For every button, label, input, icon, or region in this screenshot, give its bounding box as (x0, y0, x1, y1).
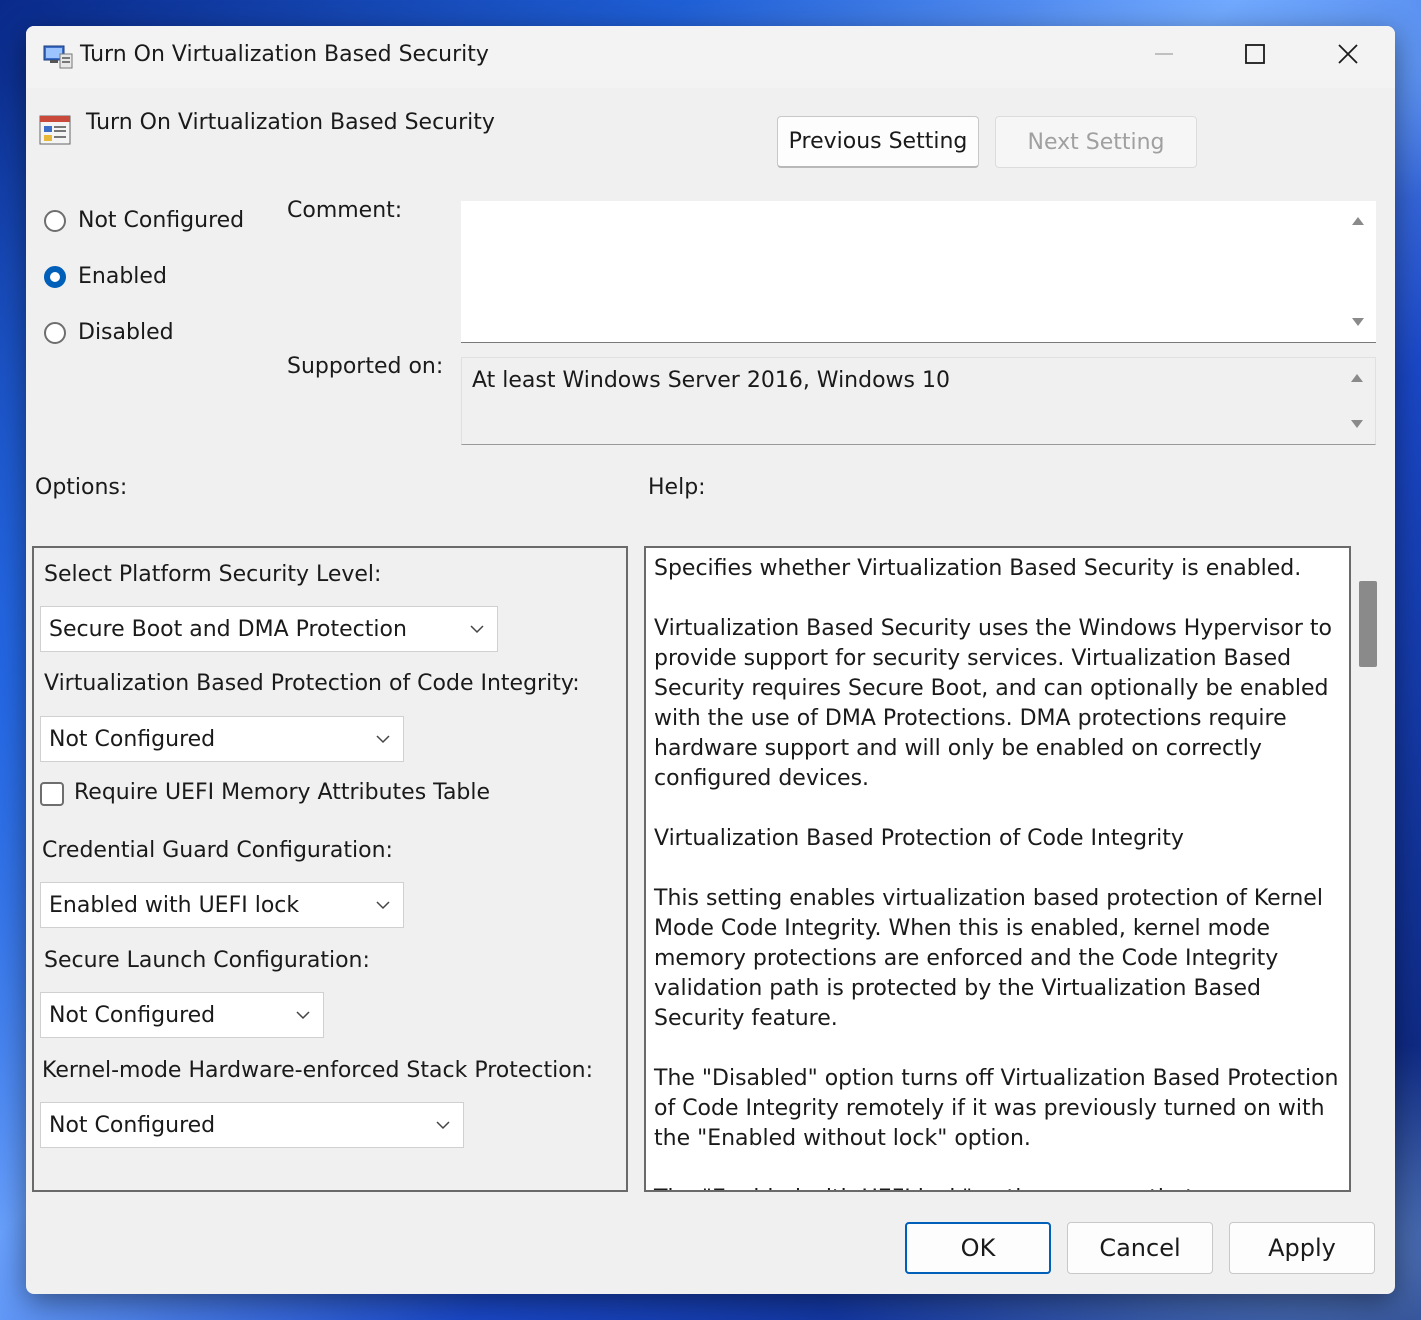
supported-on-field: At least Windows Server 2016, Windows 10 (461, 357, 1376, 445)
group-policy-app-icon (43, 45, 73, 69)
supported-on-label: Supported on: (287, 354, 444, 379)
credential-guard-label: Credential Guard Configuration: (42, 838, 393, 863)
secure-launch-value: Not Configured (49, 1002, 216, 1028)
window-title: Turn On Virtualization Based Security (80, 42, 489, 67)
chevron-down-icon (470, 625, 484, 634)
apply-button[interactable]: Apply (1229, 1222, 1375, 1274)
uefi-table-label[interactable]: Require UEFI Memory Attributes Table (74, 780, 490, 805)
chevron-down-icon (376, 901, 390, 910)
title-bar[interactable]: Turn On Virtualization Based Security (26, 26, 1395, 88)
radio-label: Not Configured (78, 208, 245, 233)
policy-dialog: Turn On Virtualization Based Security Tu… (26, 26, 1395, 1294)
minimize-button[interactable] (1118, 26, 1210, 82)
scroll-down-icon[interactable] (1351, 420, 1363, 428)
close-button[interactable] (1302, 26, 1394, 82)
options-heading: Options: (35, 475, 128, 500)
radio-circle[interactable] (44, 321, 66, 344)
policy-name: Turn On Virtualization Based Security (86, 110, 495, 135)
credential-guard-value: Enabled with UEFI lock (49, 892, 300, 918)
ok-button[interactable]: OK (905, 1222, 1051, 1274)
stack-protection-label: Kernel-mode Hardware-enforced Stack Prot… (42, 1058, 594, 1083)
chevron-down-icon (376, 735, 390, 744)
secure-launch-dropdown[interactable]: Not Configured (40, 992, 324, 1038)
code-integrity-dropdown[interactable]: Not Configured (40, 716, 404, 762)
help-paragraph: Specifies whether Virtualization Based S… (654, 556, 1302, 581)
credential-guard-dropdown[interactable]: Enabled with UEFI lock (40, 882, 404, 928)
stack-protection-value: Not Configured (49, 1112, 216, 1138)
radio-disabled[interactable]: Disabled (44, 320, 174, 345)
platform-security-value: Secure Boot and DMA Protection (49, 616, 407, 642)
platform-security-label: Select Platform Security Level: (44, 562, 382, 587)
help-scrollbar-thumb[interactable] (1359, 581, 1377, 667)
scroll-up-icon[interactable] (1351, 374, 1363, 382)
uefi-table-checkbox[interactable] (40, 782, 64, 806)
radio-label: Disabled (78, 320, 174, 345)
help-paragraph: The "Disabled" option turns off Virtuali… (654, 1066, 1339, 1151)
chevron-down-icon (436, 1121, 450, 1130)
help-panel[interactable]: Specifies whether Virtualization Based S… (644, 546, 1351, 1192)
help-paragraph: The "Enabled with UEFI lock" option ensu… (654, 1184, 1344, 1190)
radio-enabled[interactable]: Enabled (44, 264, 167, 289)
secure-launch-label: Secure Launch Configuration: (44, 948, 370, 973)
comment-input[interactable] (461, 201, 1376, 343)
supported-on-value: At least Windows Server 2016, Windows 10 (472, 368, 950, 393)
cancel-button[interactable]: Cancel (1067, 1222, 1213, 1274)
close-icon (1338, 44, 1358, 64)
help-paragraph: Virtualization Based Security uses the W… (654, 616, 1333, 791)
policy-setting-icon (39, 115, 71, 145)
code-integrity-label: Virtualization Based Protection of Code … (44, 671, 580, 696)
help-paragraph: This setting enables virtualization base… (654, 886, 1323, 1031)
options-panel: Select Platform Security Level: Secure B… (32, 546, 628, 1192)
radio-circle-selected[interactable] (44, 265, 66, 288)
stack-protection-dropdown[interactable]: Not Configured (40, 1102, 464, 1148)
scroll-down-icon[interactable] (1352, 318, 1364, 326)
next-setting-button[interactable]: Next Setting (995, 116, 1197, 168)
code-integrity-value: Not Configured (49, 726, 216, 752)
platform-security-dropdown[interactable]: Secure Boot and DMA Protection (40, 606, 498, 652)
help-text: Specifies whether Virtualization Based S… (654, 554, 1344, 1190)
maximize-button[interactable] (1209, 26, 1301, 82)
help-heading: Help: (648, 475, 706, 500)
maximize-icon (1245, 44, 1265, 64)
supported-scrollbar[interactable] (1341, 358, 1375, 444)
help-paragraph: Virtualization Based Protection of Code … (654, 826, 1184, 851)
previous-setting-button[interactable]: Previous Setting (777, 116, 979, 168)
radio-label: Enabled (78, 264, 167, 289)
radio-not-configured[interactable]: Not Configured (44, 208, 244, 233)
scroll-up-icon[interactable] (1352, 217, 1364, 225)
comment-label: Comment: (287, 198, 403, 223)
chevron-down-icon (296, 1011, 310, 1020)
radio-circle[interactable] (44, 209, 66, 232)
minimize-icon (1155, 53, 1173, 55)
comment-scrollbar[interactable] (1342, 201, 1376, 342)
